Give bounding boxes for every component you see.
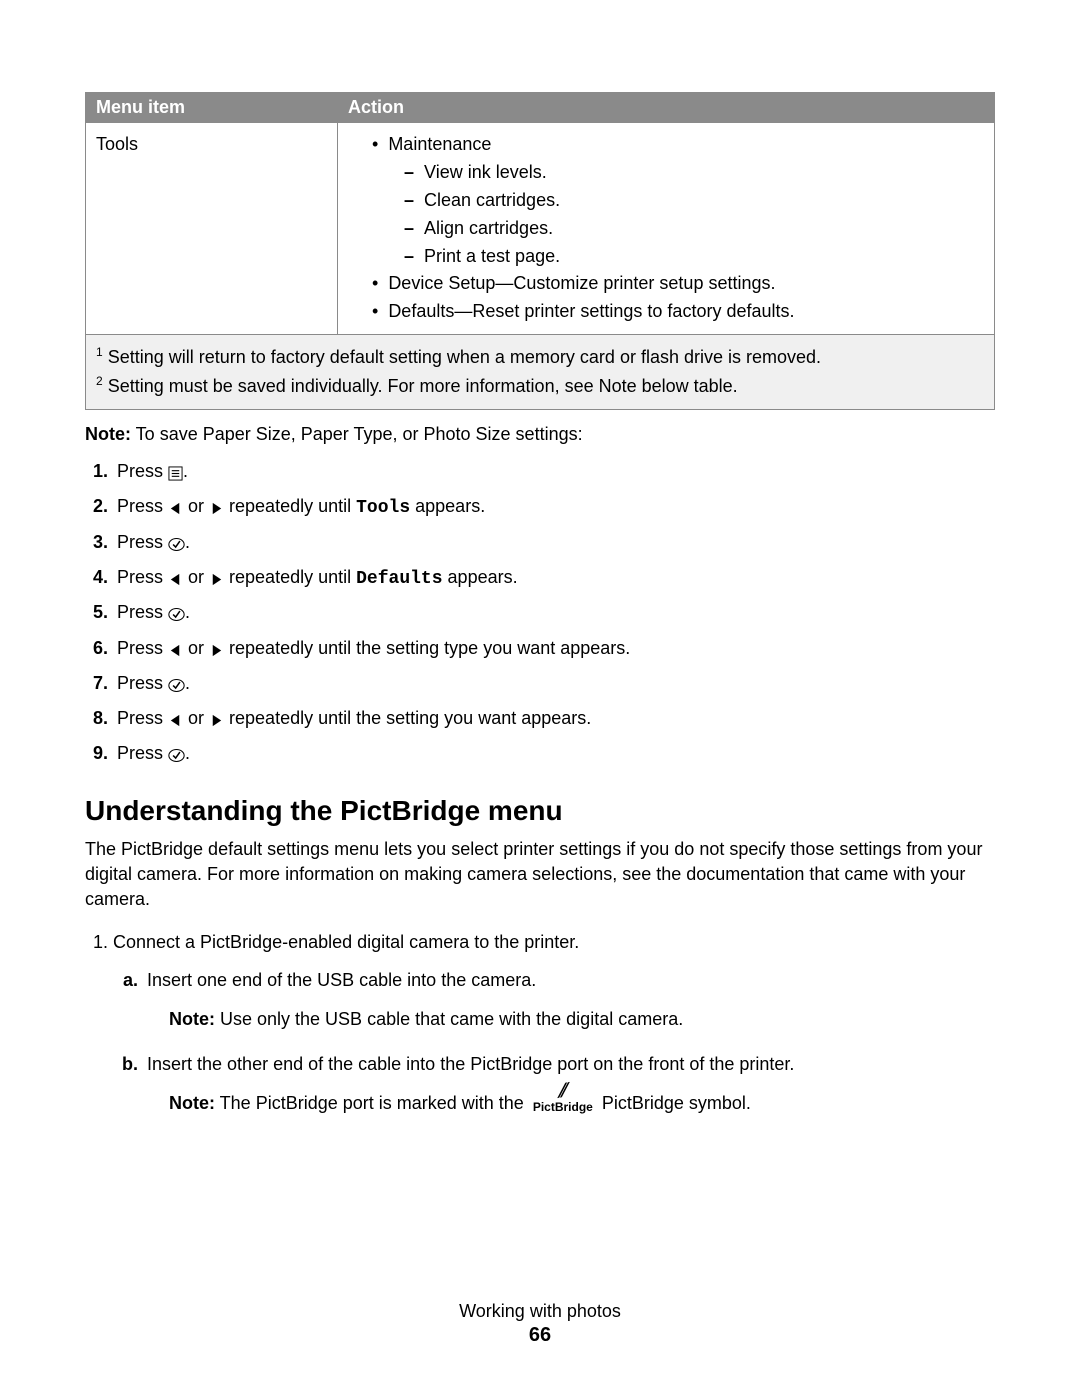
substep-a-note: Note: Use only the USB cable that came w… xyxy=(169,1003,995,1036)
action-device-setup: Device Setup—Customize printer setup set… xyxy=(372,270,984,298)
right-arrow-icon xyxy=(209,704,224,737)
footnote-2: Setting must be saved individually. For … xyxy=(108,376,738,396)
col-header-menu-item: Menu item xyxy=(86,93,338,123)
step-8: Press or repeatedly until the setting yo… xyxy=(113,702,995,737)
pict-substep-a: Insert one end of the USB cable into the… xyxy=(143,964,995,1037)
action-defaults: Defaults—Reset printer settings to facto… xyxy=(372,298,984,326)
page-footer: Working with photos 66 xyxy=(0,1301,1080,1347)
substep-b-note: Note: The PictBridge port is marked with… xyxy=(169,1087,995,1120)
action-sub-item: View ink levels. xyxy=(404,159,984,187)
right-arrow-icon xyxy=(209,563,224,596)
pict-substep-b: Insert the other end of the cable into t… xyxy=(143,1048,995,1121)
col-header-action: Action xyxy=(338,93,995,123)
footer-section: Working with photos xyxy=(0,1301,1080,1322)
action-sub-item: Align cartridges. xyxy=(404,215,984,243)
ok-icon xyxy=(168,528,185,561)
step-3: Press . xyxy=(113,526,995,561)
menu-icon xyxy=(168,457,183,490)
left-arrow-icon xyxy=(168,634,183,667)
step-6: Press or repeatedly until the setting ty… xyxy=(113,632,995,667)
action-maintenance: Maintenance xyxy=(388,134,491,154)
note-intro: Note: To save Paper Size, Paper Type, or… xyxy=(85,424,995,445)
step-7: Press . xyxy=(113,667,995,702)
pict-step-1: Connect a PictBridge-enabled digital cam… xyxy=(113,926,995,1120)
footer-page-number: 66 xyxy=(0,1324,1080,1347)
ok-icon xyxy=(168,669,185,702)
action-sub-item: Clean cartridges. xyxy=(404,187,984,215)
step-9: Press . xyxy=(113,737,995,772)
table-footnote-row: 1 Setting will return to factory default… xyxy=(86,335,995,410)
step-1: Press . xyxy=(113,455,995,490)
right-arrow-icon xyxy=(209,492,224,525)
menu-table: Menu item Action Tools Maintenance View … xyxy=(85,92,995,410)
table-row: Tools Maintenance View ink levels. Clean… xyxy=(86,123,995,335)
step-4: Press or repeatedly until Defaults appea… xyxy=(113,561,995,596)
action-sub-item: Print a test page. xyxy=(404,243,984,271)
footnote-1: Setting will return to factory default s… xyxy=(108,347,821,367)
ok-icon xyxy=(168,598,185,631)
section-heading: Understanding the PictBridge menu xyxy=(85,795,995,827)
steps-list: Press . Press or repeatedly until Tools … xyxy=(85,455,995,773)
ok-icon xyxy=(168,739,185,772)
step-5: Press . xyxy=(113,596,995,631)
right-arrow-icon xyxy=(209,634,224,667)
pictbridge-steps: Connect a PictBridge-enabled digital cam… xyxy=(85,926,995,1120)
pictbridge-icon: ⁄⁄PictBridge xyxy=(533,1081,593,1113)
left-arrow-icon xyxy=(168,563,183,596)
cell-menu-item: Tools xyxy=(86,123,338,335)
step-2: Press or repeatedly until Tools appears. xyxy=(113,490,995,525)
left-arrow-icon xyxy=(168,704,183,737)
cell-action: Maintenance View ink levels. Clean cartr… xyxy=(338,123,995,335)
left-arrow-icon xyxy=(168,492,183,525)
intro-paragraph: The PictBridge default settings menu let… xyxy=(85,837,995,913)
